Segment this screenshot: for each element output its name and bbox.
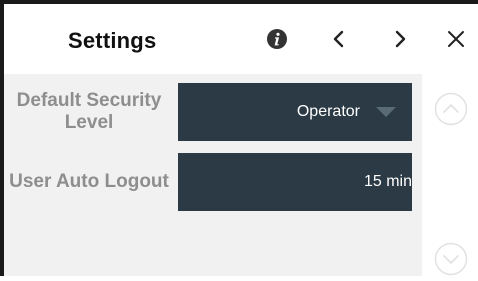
chevron-left-icon (333, 30, 344, 48)
scroll-up-button[interactable] (434, 92, 468, 126)
close-button[interactable] (441, 24, 471, 54)
security-level-dropdown[interactable]: Operator (178, 83, 412, 141)
scroll-down-icon (434, 242, 468, 276)
auto-logout-value: 15 min (363, 173, 412, 190)
scrollbar (422, 74, 478, 276)
next-button[interactable] (385, 24, 415, 54)
scroll-up-icon (434, 92, 468, 126)
auto-logout-field[interactable]: 15 min (178, 153, 412, 211)
scroll-down-button[interactable] (434, 242, 468, 276)
setting-label: Default Security Level (16, 90, 162, 133)
setting-label: User Auto Logout (9, 171, 169, 192)
dropdown-arrow-icon (376, 107, 396, 117)
previous-button[interactable] (324, 24, 354, 54)
settings-dialog: Settings Default Security Level Operator… (0, 0, 478, 276)
page-title: Settings (68, 28, 157, 53)
security-level-value: Operator (296, 103, 360, 120)
setting-row-auto-logout: User Auto Logout 15 min (4, 148, 422, 216)
dialog-header: Settings (4, 4, 478, 74)
chevron-right-icon (395, 30, 406, 48)
close-icon (448, 31, 464, 47)
settings-list: Default Security Level Operator User Aut… (4, 74, 422, 276)
info-button[interactable] (262, 24, 292, 54)
info-icon (267, 29, 287, 49)
setting-row-security-level: Default Security Level Operator (4, 78, 422, 146)
